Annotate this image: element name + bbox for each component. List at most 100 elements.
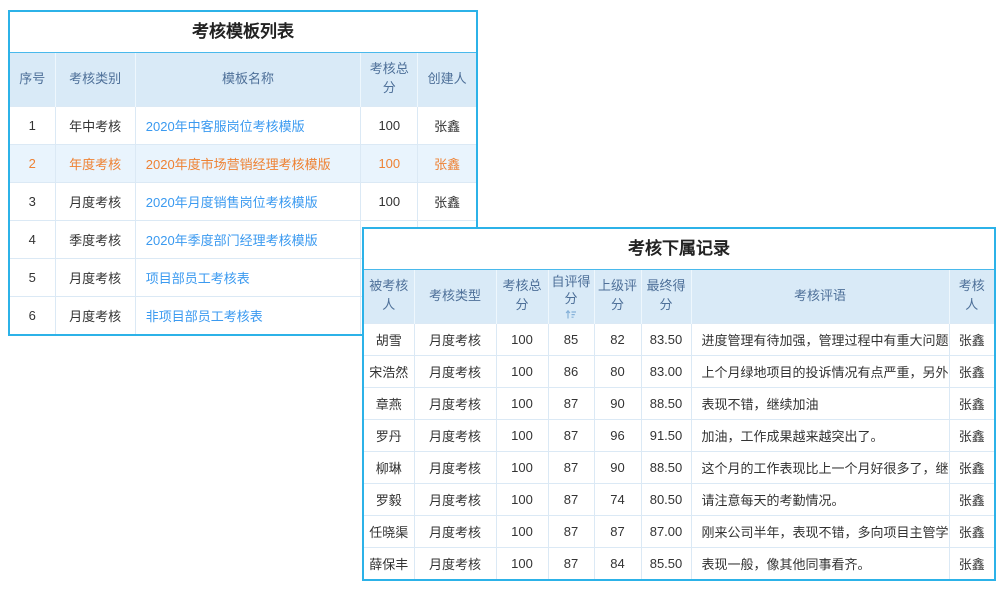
- cell-final-score: 91.50: [641, 419, 691, 451]
- cell-assessed-person: 薛保丰: [364, 547, 414, 579]
- col-header-total-score: 考核总分: [361, 53, 418, 106]
- cell-superior-score: 84: [594, 547, 641, 579]
- cell-no: 5: [10, 258, 55, 296]
- cell-superior-score: 96: [594, 419, 641, 451]
- template-name-link[interactable]: 2020年中客服岗位考核模版: [135, 106, 360, 144]
- cell-assessed-person: 罗毅: [364, 483, 414, 515]
- cell-category: 月度考核: [55, 182, 135, 220]
- cell-total-score: 100: [496, 483, 548, 515]
- col-header-self-score-label: 自评得分: [552, 273, 591, 308]
- cell-no: 6: [10, 296, 55, 334]
- cell-total-score: 100: [496, 451, 548, 483]
- cell-assessor: 张鑫: [949, 419, 994, 451]
- cell-self-score: 87: [548, 547, 594, 579]
- cell-total-score: 100: [496, 355, 548, 387]
- template-row[interactable]: 3月度考核2020年月度销售岗位考核模版100张鑫: [10, 182, 476, 220]
- col-header-assessed-person: 被考核人: [364, 270, 414, 323]
- cell-assessment-type: 月度考核: [414, 547, 496, 579]
- sort-ascending-icon[interactable]: [565, 309, 577, 320]
- cell-superior-score: 80: [594, 355, 641, 387]
- col-header-superior-score: 上级评分: [594, 270, 641, 323]
- cell-creator: 张鑫: [418, 182, 476, 220]
- cell-self-score: 87: [548, 515, 594, 547]
- template-table-header-row: 序号 考核类别 模板名称 考核总分 创建人: [10, 53, 476, 106]
- col-header-comment: 考核评语: [691, 270, 949, 323]
- cell-category: 月度考核: [55, 296, 135, 334]
- cell-final-score: 88.50: [641, 387, 691, 419]
- cell-final-score: 88.50: [641, 451, 691, 483]
- record-table-panel: 考核下属记录 被考核人 考核类型 考核总分 自评得分: [362, 227, 996, 581]
- cell-no: 1: [10, 106, 55, 144]
- cell-final-score: 83.50: [641, 323, 691, 355]
- template-row[interactable]: 1年中考核2020年中客服岗位考核模版100张鑫: [10, 106, 476, 144]
- cell-superior-score: 82: [594, 323, 641, 355]
- cell-self-score: 87: [548, 419, 594, 451]
- col-header-assessment-type: 考核类型: [414, 270, 496, 323]
- cell-assessor: 张鑫: [949, 547, 994, 579]
- col-header-template-name: 模板名称: [135, 53, 360, 106]
- cell-assessed-person: 章燕: [364, 387, 414, 419]
- cell-assessment-type: 月度考核: [414, 323, 496, 355]
- cell-comment: 这个月的工作表现比上一个月好很多了，继续加油！: [691, 451, 949, 483]
- col-header-final-score: 最终得分: [641, 270, 691, 323]
- cell-assessor: 张鑫: [949, 387, 994, 419]
- col-header-category: 考核类别: [55, 53, 135, 106]
- cell-comment: 加油，工作成果越来越突出了。: [691, 419, 949, 451]
- template-name-link[interactable]: 2020年度市场营销经理考核模版: [135, 144, 360, 182]
- cell-comment: 上个月绿地项目的投诉情况有点严重，另外每天的...: [691, 355, 949, 387]
- cell-self-score: 87: [548, 387, 594, 419]
- cell-total-score: 100: [361, 182, 418, 220]
- template-row[interactable]: 2年度考核2020年度市场营销经理考核模版100张鑫: [10, 144, 476, 182]
- cell-superior-score: 74: [594, 483, 641, 515]
- cell-assessment-type: 月度考核: [414, 355, 496, 387]
- record-table: 被考核人 考核类型 考核总分 自评得分 上级评分 最终得分 考核评语 考核人: [364, 270, 994, 579]
- cell-assessed-person: 罗丹: [364, 419, 414, 451]
- cell-assessor: 张鑫: [949, 515, 994, 547]
- cell-total-score: 100: [361, 144, 418, 182]
- col-header-creator: 创建人: [418, 53, 476, 106]
- cell-assessment-type: 月度考核: [414, 387, 496, 419]
- record-table-header-row: 被考核人 考核类型 考核总分 自评得分 上级评分 最终得分 考核评语 考核人: [364, 270, 994, 323]
- cell-assessor: 张鑫: [949, 323, 994, 355]
- template-name-link[interactable]: 非项目部员工考核表: [135, 296, 360, 334]
- template-name-link[interactable]: 2020年月度销售岗位考核模版: [135, 182, 360, 220]
- cell-assessor: 张鑫: [949, 355, 994, 387]
- record-row: 薛保丰月度考核100878485.50表现一般，像其他同事看齐。张鑫: [364, 547, 994, 579]
- cell-category: 季度考核: [55, 220, 135, 258]
- cell-category: 年度考核: [55, 144, 135, 182]
- record-row: 柳琳月度考核100879088.50这个月的工作表现比上一个月好很多了，继续加油…: [364, 451, 994, 483]
- cell-superior-score: 90: [594, 387, 641, 419]
- record-row: 章燕月度考核100879088.50表现不错，继续加油张鑫: [364, 387, 994, 419]
- cell-assessed-person: 柳琳: [364, 451, 414, 483]
- cell-superior-score: 90: [594, 451, 641, 483]
- cell-assessed-person: 任晓渠: [364, 515, 414, 547]
- template-name-link[interactable]: 2020年季度部门经理考核模版: [135, 220, 360, 258]
- cell-category: 月度考核: [55, 258, 135, 296]
- cell-assessed-person: 胡雪: [364, 323, 414, 355]
- record-table-title: 考核下属记录: [364, 229, 994, 270]
- cell-self-score: 87: [548, 451, 594, 483]
- col-header-self-score[interactable]: 自评得分: [548, 270, 594, 323]
- cell-self-score: 86: [548, 355, 594, 387]
- cell-assessment-type: 月度考核: [414, 451, 496, 483]
- cell-comment: 表现不错，继续加油: [691, 387, 949, 419]
- cell-total-score: 100: [496, 323, 548, 355]
- cell-comment: 请注意每天的考勤情况。: [691, 483, 949, 515]
- col-header-no: 序号: [10, 53, 55, 106]
- template-name-link[interactable]: 项目部员工考核表: [135, 258, 360, 296]
- record-row: 胡雪月度考核100858283.50进度管理有待加强，管理过程中有重大问题，随时…: [364, 323, 994, 355]
- cell-no: 2: [10, 144, 55, 182]
- cell-total-score: 100: [496, 547, 548, 579]
- cell-category: 年中考核: [55, 106, 135, 144]
- cell-comment: 表现一般，像其他同事看齐。: [691, 547, 949, 579]
- record-row: 宋浩然月度考核100868083.00上个月绿地项目的投诉情况有点严重，另外每天…: [364, 355, 994, 387]
- cell-superior-score: 87: [594, 515, 641, 547]
- cell-creator: 张鑫: [418, 106, 476, 144]
- cell-comment: 进度管理有待加强，管理过程中有重大问题，随时...: [691, 323, 949, 355]
- cell-self-score: 87: [548, 483, 594, 515]
- record-row: 罗毅月度考核100877480.50请注意每天的考勤情况。张鑫: [364, 483, 994, 515]
- cell-no: 3: [10, 182, 55, 220]
- cell-self-score: 85: [548, 323, 594, 355]
- cell-total-score: 100: [496, 419, 548, 451]
- cell-total-score: 100: [496, 515, 548, 547]
